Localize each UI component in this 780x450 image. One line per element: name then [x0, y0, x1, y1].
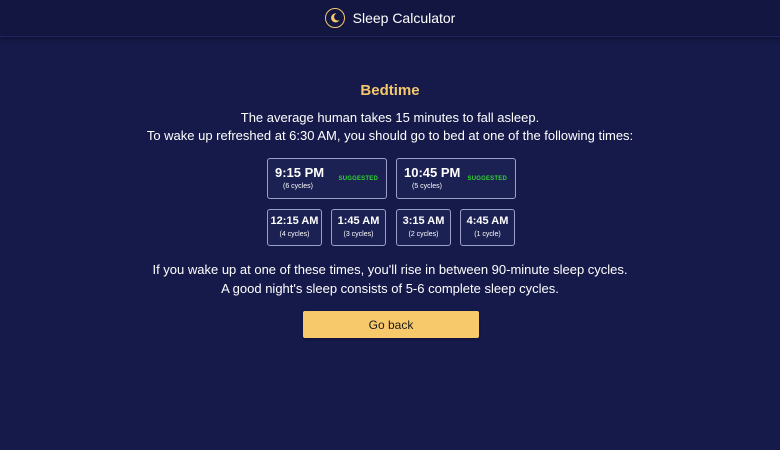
app-header: Sleep Calculator	[0, 0, 780, 37]
bedtime-option-card[interactable]: 3:15 AM (2 cycles)	[396, 209, 451, 246]
go-back-button[interactable]: Go back	[303, 311, 479, 338]
bedtime-time: 4:45 AM	[466, 215, 509, 227]
intro-text-line-1: The average human takes 15 minutes to fa…	[240, 110, 540, 125]
crescent-moon-icon	[324, 8, 345, 28]
bedtime-time: 10:45 PM	[404, 165, 461, 180]
bedtime-option-card[interactable]: 12:15 AM (4 cycles)	[267, 209, 322, 246]
suggested-badge: SUGGESTED	[467, 176, 507, 182]
bedtime-cycles: (1 cycle)	[474, 231, 501, 238]
suggested-badge: SUGGESTED	[338, 176, 378, 182]
bedtime-cycles: (6 cycles)	[283, 183, 313, 190]
bedtime-cycles: (5 cycles)	[412, 183, 442, 190]
bedtime-option-card[interactable]: 1:45 AM (3 cycles)	[331, 209, 386, 246]
bedtime-option-card[interactable]: 4:45 AM (1 cycle)	[460, 209, 515, 246]
bedtime-time: 12:15 AM	[270, 215, 319, 227]
app-title: Sleep Calculator	[352, 10, 456, 26]
footer-text-line-2: A good night's sleep consists of 5-6 com…	[221, 281, 559, 296]
bedtime-option-card[interactable]: 9:15 PM (6 cycles) SUGGESTED	[267, 158, 387, 199]
intro-text-line-2: To wake up refreshed at 6:30 AM, you sho…	[146, 128, 634, 143]
bedtime-time: 3:15 AM	[402, 215, 445, 227]
bedtime-cycles: (4 cycles)	[279, 231, 310, 238]
bedtime-time: 1:45 AM	[337, 215, 380, 227]
bedtime-option-card[interactable]: 10:45 PM (5 cycles) SUGGESTED	[396, 158, 516, 199]
page-title: Bedtime	[360, 82, 420, 99]
bedtime-cycles: (3 cycles)	[343, 231, 374, 238]
footer-text-line-1: If you wake up at one of these times, yo…	[152, 262, 628, 277]
bedtime-cycles: (2 cycles)	[408, 231, 439, 238]
bedtime-time: 9:15 PM	[275, 165, 325, 180]
